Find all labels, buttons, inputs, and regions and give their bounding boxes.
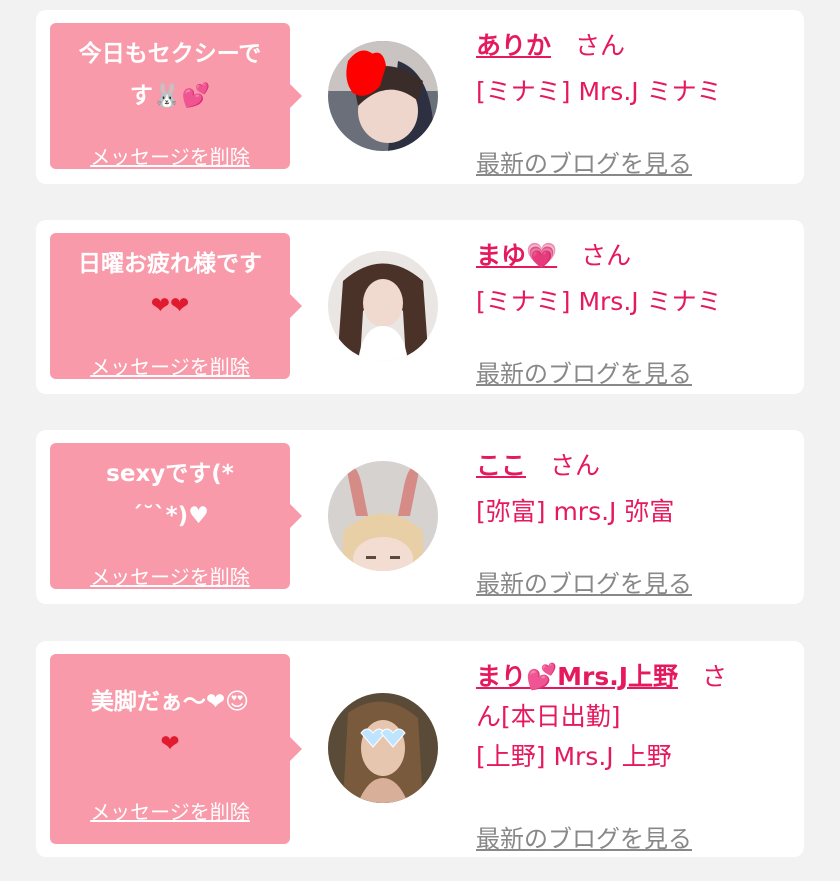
name-row: ここ さん [476,446,786,486]
delete-message-link[interactable]: メッセージを削除 [50,796,290,825]
delete-message-link[interactable]: メッセージを削除 [50,141,290,170]
shop-label: [ミナミ] Mrs.J ミナミ [476,287,722,316]
girl-name-link[interactable]: まり💕Mrs.J上野 [476,662,678,691]
profile-info: ここ さん [弥富] mrs.J 弥富 最新のブログを見る [476,446,786,598]
girl-name-link[interactable]: ありか [476,31,551,60]
message-text: sexyです(* ´˘`*)♥ [106,461,234,529]
avatar-photo [328,461,438,571]
latest-blog-link[interactable]: 最新のブログを見る [476,819,692,854]
honorific: さん [575,31,626,60]
name-row: まり💕Mrs.J上野さ [476,657,786,697]
avatar[interactable] [328,251,438,361]
girl-name-link[interactable]: まゆ💗 [476,241,557,270]
avatar[interactable] [328,461,438,571]
honorific: さ [702,662,728,691]
shop-label: [ミナミ] Mrs.J ミナミ [476,77,722,106]
girl-name-link[interactable]: ここ [476,451,526,480]
message-card: 日曜お疲れ様です ❤❤ メッセージを削除 まゆ💗 さん [ミナミ] Mrs.J ミ… [36,220,804,394]
message-card: 美脚だぁ〜❤😍 ❤ メッセージを削除 まり💕Mrs.J上野さ ん[本日出勤] [… [36,641,804,857]
avatar-photo [328,693,438,803]
delete-message-link[interactable]: メッセージを削除 [50,351,290,380]
message-bubble: 今日もセクシーで す🐰💕 メッセージを削除 [50,23,302,170]
message-text: 美脚だぁ〜❤😍 ❤ [90,689,250,757]
honorific: さん [550,451,601,480]
message-card: 今日もセクシーで す🐰💕 メッセージを削除 ありか さん [ミナミ] Mrs.J … [36,10,804,184]
message-card: sexyです(* ´˘`*)♥ メッセージを削除 ここ さん [弥富] mrs.J… [36,430,804,604]
delete-message-link[interactable]: メッセージを削除 [50,561,290,590]
latest-blog-link[interactable]: 最新のブログを見る [476,354,692,389]
name-row: まゆ💗 さん [476,236,786,276]
latest-blog-link[interactable]: 最新のブログを見る [476,144,692,179]
shop-label: [上野] Mrs.J 上野 [476,742,672,771]
avatar[interactable] [328,693,438,803]
message-text: 今日もセクシーで す🐰💕 [78,41,262,109]
profile-info: まり💕Mrs.J上野さ ん[本日出勤] [上野] Mrs.J 上野 最新のブログ… [476,657,786,853]
avatar-photo [328,251,438,361]
shop-label: [弥富] mrs.J 弥富 [476,497,675,526]
message-bubble: sexyです(* ´˘`*)♥ メッセージを削除 [50,443,302,590]
honorific: さん [581,241,632,270]
profile-info: まゆ💗 さん [ミナミ] Mrs.J ミナミ 最新のブログを見る [476,236,786,388]
message-text: 日曜お疲れ様です ❤❤ [78,251,262,319]
message-bubble: 日曜お疲れ様です ❤❤ メッセージを削除 [50,233,302,380]
message-bubble: 美脚だぁ〜❤😍 ❤ メッセージを削除 [50,654,302,844]
profile-info: ありか さん [ミナミ] Mrs.J ミナミ 最新のブログを見る [476,26,786,178]
latest-blog-link[interactable]: 最新のブログを見る [476,564,692,599]
avatar-photo [328,41,438,151]
name-row: ありか さん [476,26,786,66]
avatar[interactable] [328,41,438,151]
name-suffix: ん[本日出勤] [476,702,621,731]
